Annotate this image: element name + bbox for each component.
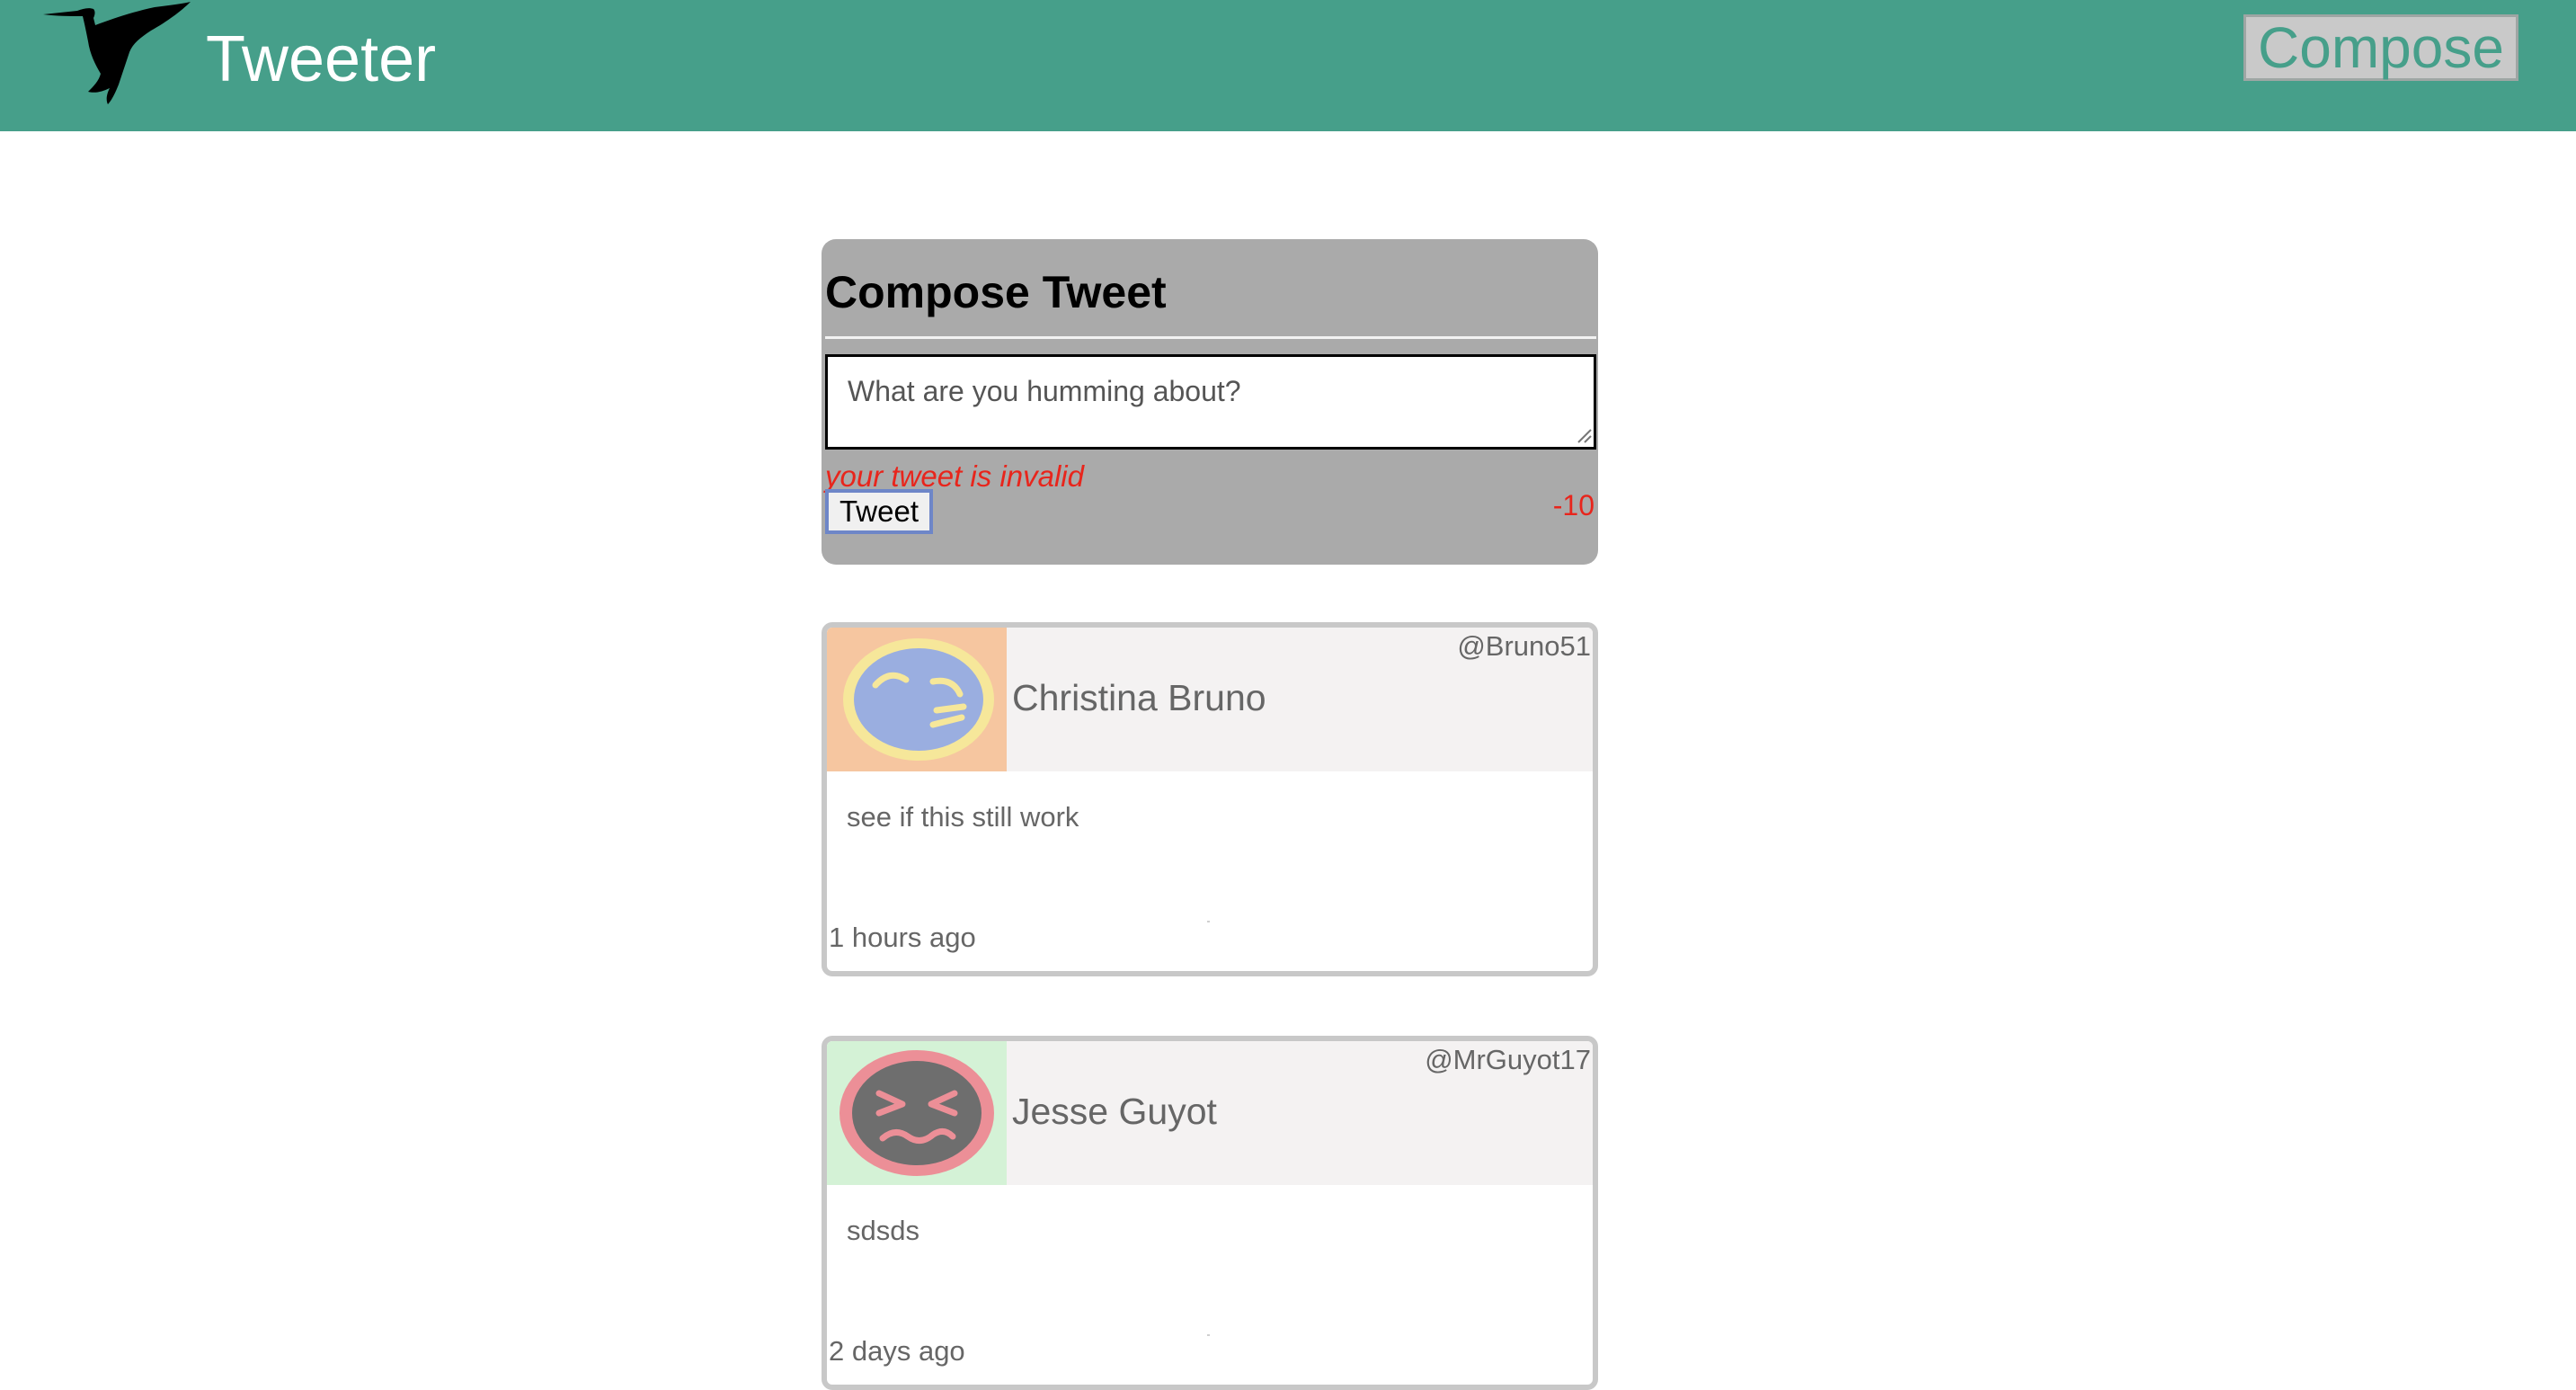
tweet-timestamp: 2 days ago <box>829 1335 965 1367</box>
compose-title: Compose Tweet <box>825 267 1167 317</box>
hummingbird-icon <box>43 2 191 104</box>
tweet-card: Christina Bruno @Bruno51 see if this sti… <box>822 622 1598 976</box>
author-name: Christina Bruno <box>1012 677 1266 718</box>
tweet-card: Jesse Guyot @MrGuyot17 sdsds 2 days ago <box>822 1036 1598 1390</box>
sleepy-face-avatar <box>827 628 1007 771</box>
author-handle: @MrGuyot17 <box>1425 1044 1591 1075</box>
tweet-timestamp: 1 hours ago <box>829 922 976 953</box>
author-handle: @Bruno51 <box>1457 630 1591 662</box>
author-name: Jesse Guyot <box>1012 1091 1217 1132</box>
tweet-input[interactable] <box>825 354 1596 450</box>
tweet-submit-button[interactable]: Tweet <box>825 489 933 534</box>
compose-button[interactable]: Compose <box>2243 14 2518 81</box>
compose-tweet-panel: Compose Tweet your tweet is invalid Twee… <box>822 239 1598 565</box>
divider-dot <box>1207 1334 1210 1336</box>
tweet-header: Jesse Guyot @MrGuyot17 <box>827 1041 1593 1185</box>
tweet-text: see if this still work <box>847 801 1079 833</box>
top-navbar: Tweeter Compose <box>0 0 2576 131</box>
app-title: Tweeter <box>206 23 437 95</box>
compose-divider <box>825 336 1596 339</box>
divider-dot <box>1207 921 1210 922</box>
squinting-face-avatar <box>827 1041 1007 1185</box>
character-counter: -10 <box>1552 489 1594 521</box>
tweet-header: Christina Bruno @Bruno51 <box>827 628 1593 771</box>
tweet-text: sdsds <box>847 1215 919 1246</box>
resize-grip-icon[interactable] <box>1573 424 1593 444</box>
